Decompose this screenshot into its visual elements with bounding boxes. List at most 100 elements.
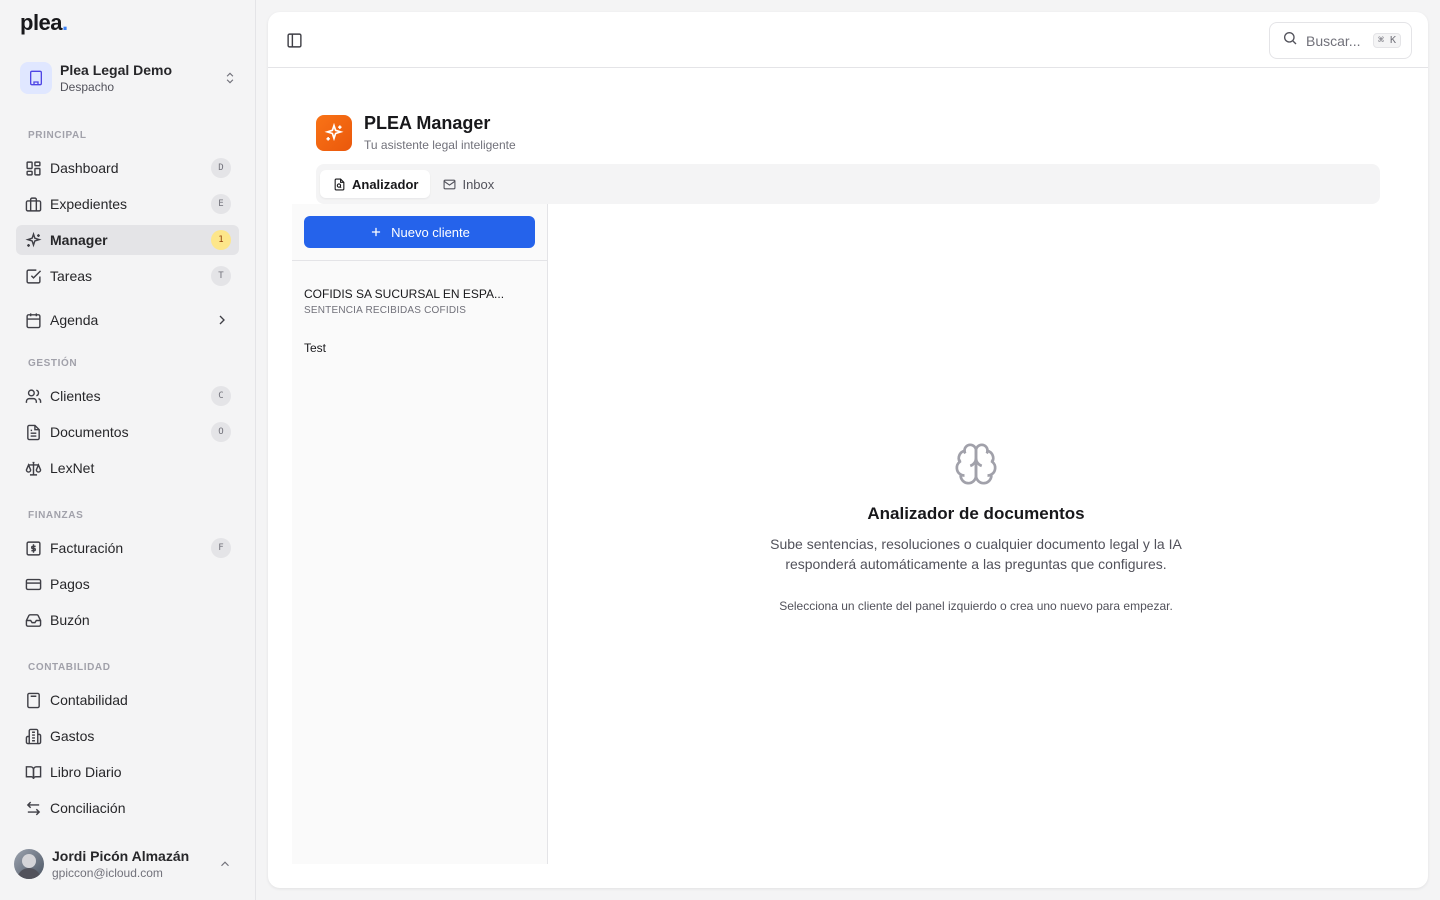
sidebar-item-lexnet[interactable]: LexNet (16, 453, 239, 483)
user-email: gpiccon@icloud.com (52, 866, 163, 880)
shortcut-badge: O (211, 422, 231, 442)
chevron-right-icon (213, 311, 231, 329)
sidebar-item-label: Pagos (50, 576, 90, 592)
shortcut-badge: C (211, 386, 231, 406)
sidebar-item-libro-diario[interactable]: Libro Diario (16, 757, 239, 787)
shortcut-badge: E (211, 194, 231, 214)
client-list-item[interactable]: COFIDIS SA SUCURSAL EN ESPA... SENTENCIA… (304, 287, 534, 316)
topbar: Buscar... ⌘ K (268, 12, 1428, 68)
sidebar-item-label: Contabilidad (50, 692, 128, 708)
section-label-finanzas: FINANZAS (28, 510, 84, 521)
invoice-icon (24, 539, 42, 557)
org-name: Plea Legal Demo (60, 62, 173, 78)
plea-logo[interactable]: plea. (20, 10, 68, 36)
clients-panel: Nuevo cliente COFIDIS SA SUCURSAL EN ESP… (292, 204, 548, 864)
page-subtitle: Tu asistente legal inteligente (364, 138, 516, 152)
sidebar-item-tareas[interactable]: Tareas T (16, 261, 239, 291)
empty-state-description: Sube sentencias, resoluciones o cualquie… (770, 536, 1182, 572)
file-scan-icon (332, 177, 346, 191)
shortcut-hint: ⌘ K (1372, 33, 1401, 48)
tab-bar: Analizador Inbox (316, 164, 1380, 204)
app-header: PLEA Manager Tu asistente legal intelige… (316, 112, 516, 154)
sidebar-item-label: Manager (50, 232, 108, 248)
sidebar-item-label: Conciliación (50, 800, 126, 816)
chevrons-up-down-icon (222, 70, 238, 86)
avatar (14, 849, 44, 879)
users-icon (24, 387, 42, 405)
sidebar-toggle-icon[interactable] (284, 30, 304, 50)
user-menu[interactable]: Jordi Picón Almazán gpiccon@icloud.com (14, 846, 242, 882)
sidebar-item-label: Gastos (50, 728, 95, 744)
empty-state: Analizador de documentos Sube sentencias… (548, 204, 1404, 864)
briefcase-icon (24, 195, 42, 213)
calendar-icon (24, 311, 42, 329)
shortcut-badge: T (211, 266, 231, 286)
arrows-icon (24, 799, 42, 817)
sidebar-item-agenda[interactable]: Agenda (16, 305, 239, 335)
search-placeholder: Buscar... (1306, 32, 1361, 49)
sparkles-icon (316, 115, 352, 151)
client-name: Test (304, 341, 327, 355)
section-label-gestion: GESTIÓN (28, 358, 78, 369)
sidebar: plea. Plea Legal Demo Despacho PRINCIPAL… (0, 0, 256, 900)
empty-state-hint: Selecciona un cliente del panel izquierd… (779, 599, 1173, 613)
tab-label: Inbox (462, 176, 495, 192)
new-client-button[interactable]: Nuevo cliente (304, 216, 535, 248)
mail-icon (442, 177, 456, 191)
document-icon (24, 423, 42, 441)
shortcut-badge: D (211, 158, 231, 178)
sidebar-item-documentos[interactable]: Documentos O (16, 417, 239, 447)
section-label-principal: PRINCIPAL (28, 130, 87, 141)
sidebar-item-label: Agenda (50, 312, 99, 328)
empty-state-title: Analizador de documentos (867, 504, 1085, 523)
search-box[interactable]: Buscar... ⌘ K (1269, 22, 1412, 59)
org-subtitle: Despacho (60, 80, 115, 94)
tab-analizador[interactable]: Analizador (320, 170, 431, 198)
sidebar-item-manager[interactable]: Manager 1 (16, 225, 239, 255)
user-name: Jordi Picón Almazán (52, 848, 190, 864)
building-icon (20, 62, 52, 94)
dashboard-icon (24, 159, 42, 177)
plus-icon (369, 225, 383, 239)
sidebar-item-label: Expedientes (50, 196, 128, 212)
new-client-label: Nuevo cliente (391, 224, 470, 240)
sidebar-item-gastos[interactable]: Gastos (16, 721, 239, 751)
sidebar-item-buzon[interactable]: Buzón (16, 605, 239, 635)
inbox-icon (24, 611, 42, 629)
client-subtitle: SENTENCIA RECIBIDAS COFIDIS (304, 305, 467, 316)
search-icon (1282, 30, 1298, 51)
sidebar-item-contabilidad[interactable]: Contabilidad (16, 685, 239, 715)
sidebar-item-conciliacion[interactable]: Conciliación (16, 793, 239, 823)
calculator-icon (24, 691, 42, 709)
client-name: COFIDIS SA SUCURSAL EN ESPA... (304, 287, 505, 301)
tab-inbox[interactable]: Inbox (430, 170, 506, 198)
sidebar-item-label: Clientes (50, 388, 101, 404)
sidebar-item-label: Tareas (50, 268, 93, 284)
sidebar-item-label: Facturación (50, 540, 124, 556)
credit-card-icon (24, 575, 42, 593)
chevron-up-icon (216, 855, 234, 873)
sidebar-item-label: Buzón (50, 612, 90, 628)
brain-icon (952, 440, 1000, 488)
scale-icon (24, 459, 42, 477)
sidebar-item-facturacion[interactable]: Facturación F (16, 533, 239, 563)
shortcut-badge: F (211, 538, 231, 558)
notification-badge: 1 (211, 230, 231, 250)
sidebar-item-expedientes[interactable]: Expedientes E (16, 189, 239, 219)
org-switcher[interactable]: Plea Legal Demo Despacho (20, 60, 238, 96)
sidebar-item-dashboard[interactable]: Dashboard D (16, 153, 239, 183)
client-list-item[interactable]: Test (304, 341, 534, 355)
sidebar-item-label: Libro Diario (50, 764, 122, 780)
section-label-contabilidad: CONTABILIDAD (28, 662, 111, 673)
sidebar-item-label: Documentos (50, 424, 129, 440)
sidebar-item-label: Dashboard (50, 160, 119, 176)
sparkles-icon (24, 231, 42, 249)
page-title: PLEA Manager (364, 113, 491, 133)
sidebar-item-label: LexNet (50, 460, 95, 476)
tab-label: Analizador (352, 176, 419, 192)
book-icon (24, 763, 42, 781)
sidebar-item-pagos[interactable]: Pagos (16, 569, 239, 599)
receipt-icon (24, 727, 42, 745)
divider (292, 260, 548, 261)
sidebar-item-clientes[interactable]: Clientes C (16, 381, 239, 411)
